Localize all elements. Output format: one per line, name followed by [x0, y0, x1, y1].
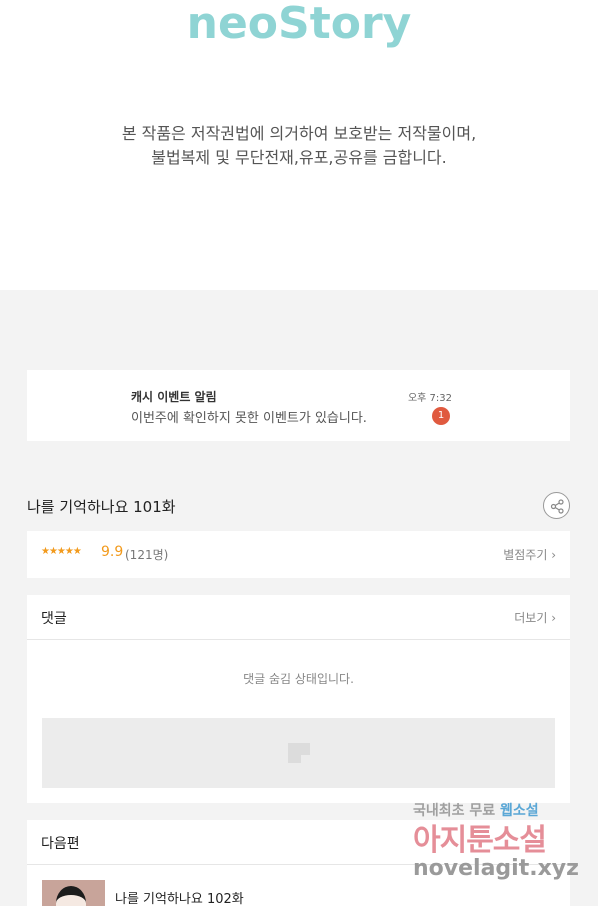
- image-placeholder-icon: [288, 743, 310, 763]
- event-title: 캐시 이벤트 알림: [131, 390, 217, 404]
- rate-button[interactable]: 별점주기 ›: [503, 546, 556, 563]
- watermark-line-1: 국내최초 무료 웹소설: [413, 800, 539, 820]
- event-time: 오후 7:32: [407, 393, 452, 404]
- rating-count: (121명): [125, 548, 169, 562]
- next-episode-thumbnail[interactable]: [42, 880, 105, 906]
- event-text: 이번주에 확인하지 못한 이벤트가 있습니다.: [131, 411, 367, 426]
- comments-card: 댓글 더보기 › 댓글 숨김 상태입니다.: [27, 595, 570, 803]
- watermark-line-1a: 국내최초 무료: [413, 803, 501, 819]
- comments-more-button[interactable]: 더보기 ›: [514, 609, 556, 626]
- next-episode-card: 다음편 나를 기억하나요 102화: [27, 820, 570, 906]
- next-episode-header: 다음편: [27, 820, 570, 865]
- comments-hidden-message: 댓글 숨김 상태입니다.: [243, 672, 354, 686]
- watermark-line-1b: 웹소설: [500, 803, 539, 819]
- next-episode-title: 다음편: [41, 836, 80, 852]
- share-button[interactable]: [543, 492, 570, 519]
- episode-title: 나를 기억하나요 101화: [27, 498, 176, 516]
- ad-placeholder: [42, 718, 555, 788]
- event-notification-card[interactable]: 캐시 이벤트 알림 이번주에 확인하지 못한 이벤트가 있습니다. 오후 7:3…: [27, 370, 570, 441]
- event-count-badge: 1: [432, 407, 450, 425]
- copyright-notice: 본 작품은 저작권법에 의거하여 보호받는 저작물이며, 불법복제 및 무단전재…: [0, 122, 598, 170]
- share-icon: [550, 499, 564, 514]
- comments-title: 댓글: [41, 611, 67, 627]
- rating-stars-icon: ★★★★★: [41, 546, 82, 557]
- comments-header: 댓글 더보기 ›: [27, 595, 570, 640]
- notice-line-1: 본 작품은 저작권법에 의거하여 보호받는 저작물이며,: [121, 124, 477, 143]
- next-episode-link[interactable]: 나를 기억하나요 102화: [115, 888, 244, 906]
- rating-score: 9.9: [101, 544, 124, 560]
- neostory-logo: neoStory: [186, 0, 412, 49]
- rating-card: ★★★★★ 9.9 (121명) 별점주기 ›: [27, 531, 570, 578]
- character-face-icon: [56, 886, 86, 906]
- copyright-section: neoStory 본 작품은 저작권법에 의거하여 보호받는 저작물이며, 불법…: [0, 0, 598, 290]
- notice-line-2: 불법복제 및 무단전재,유포,공유를 금합니다.: [151, 148, 447, 167]
